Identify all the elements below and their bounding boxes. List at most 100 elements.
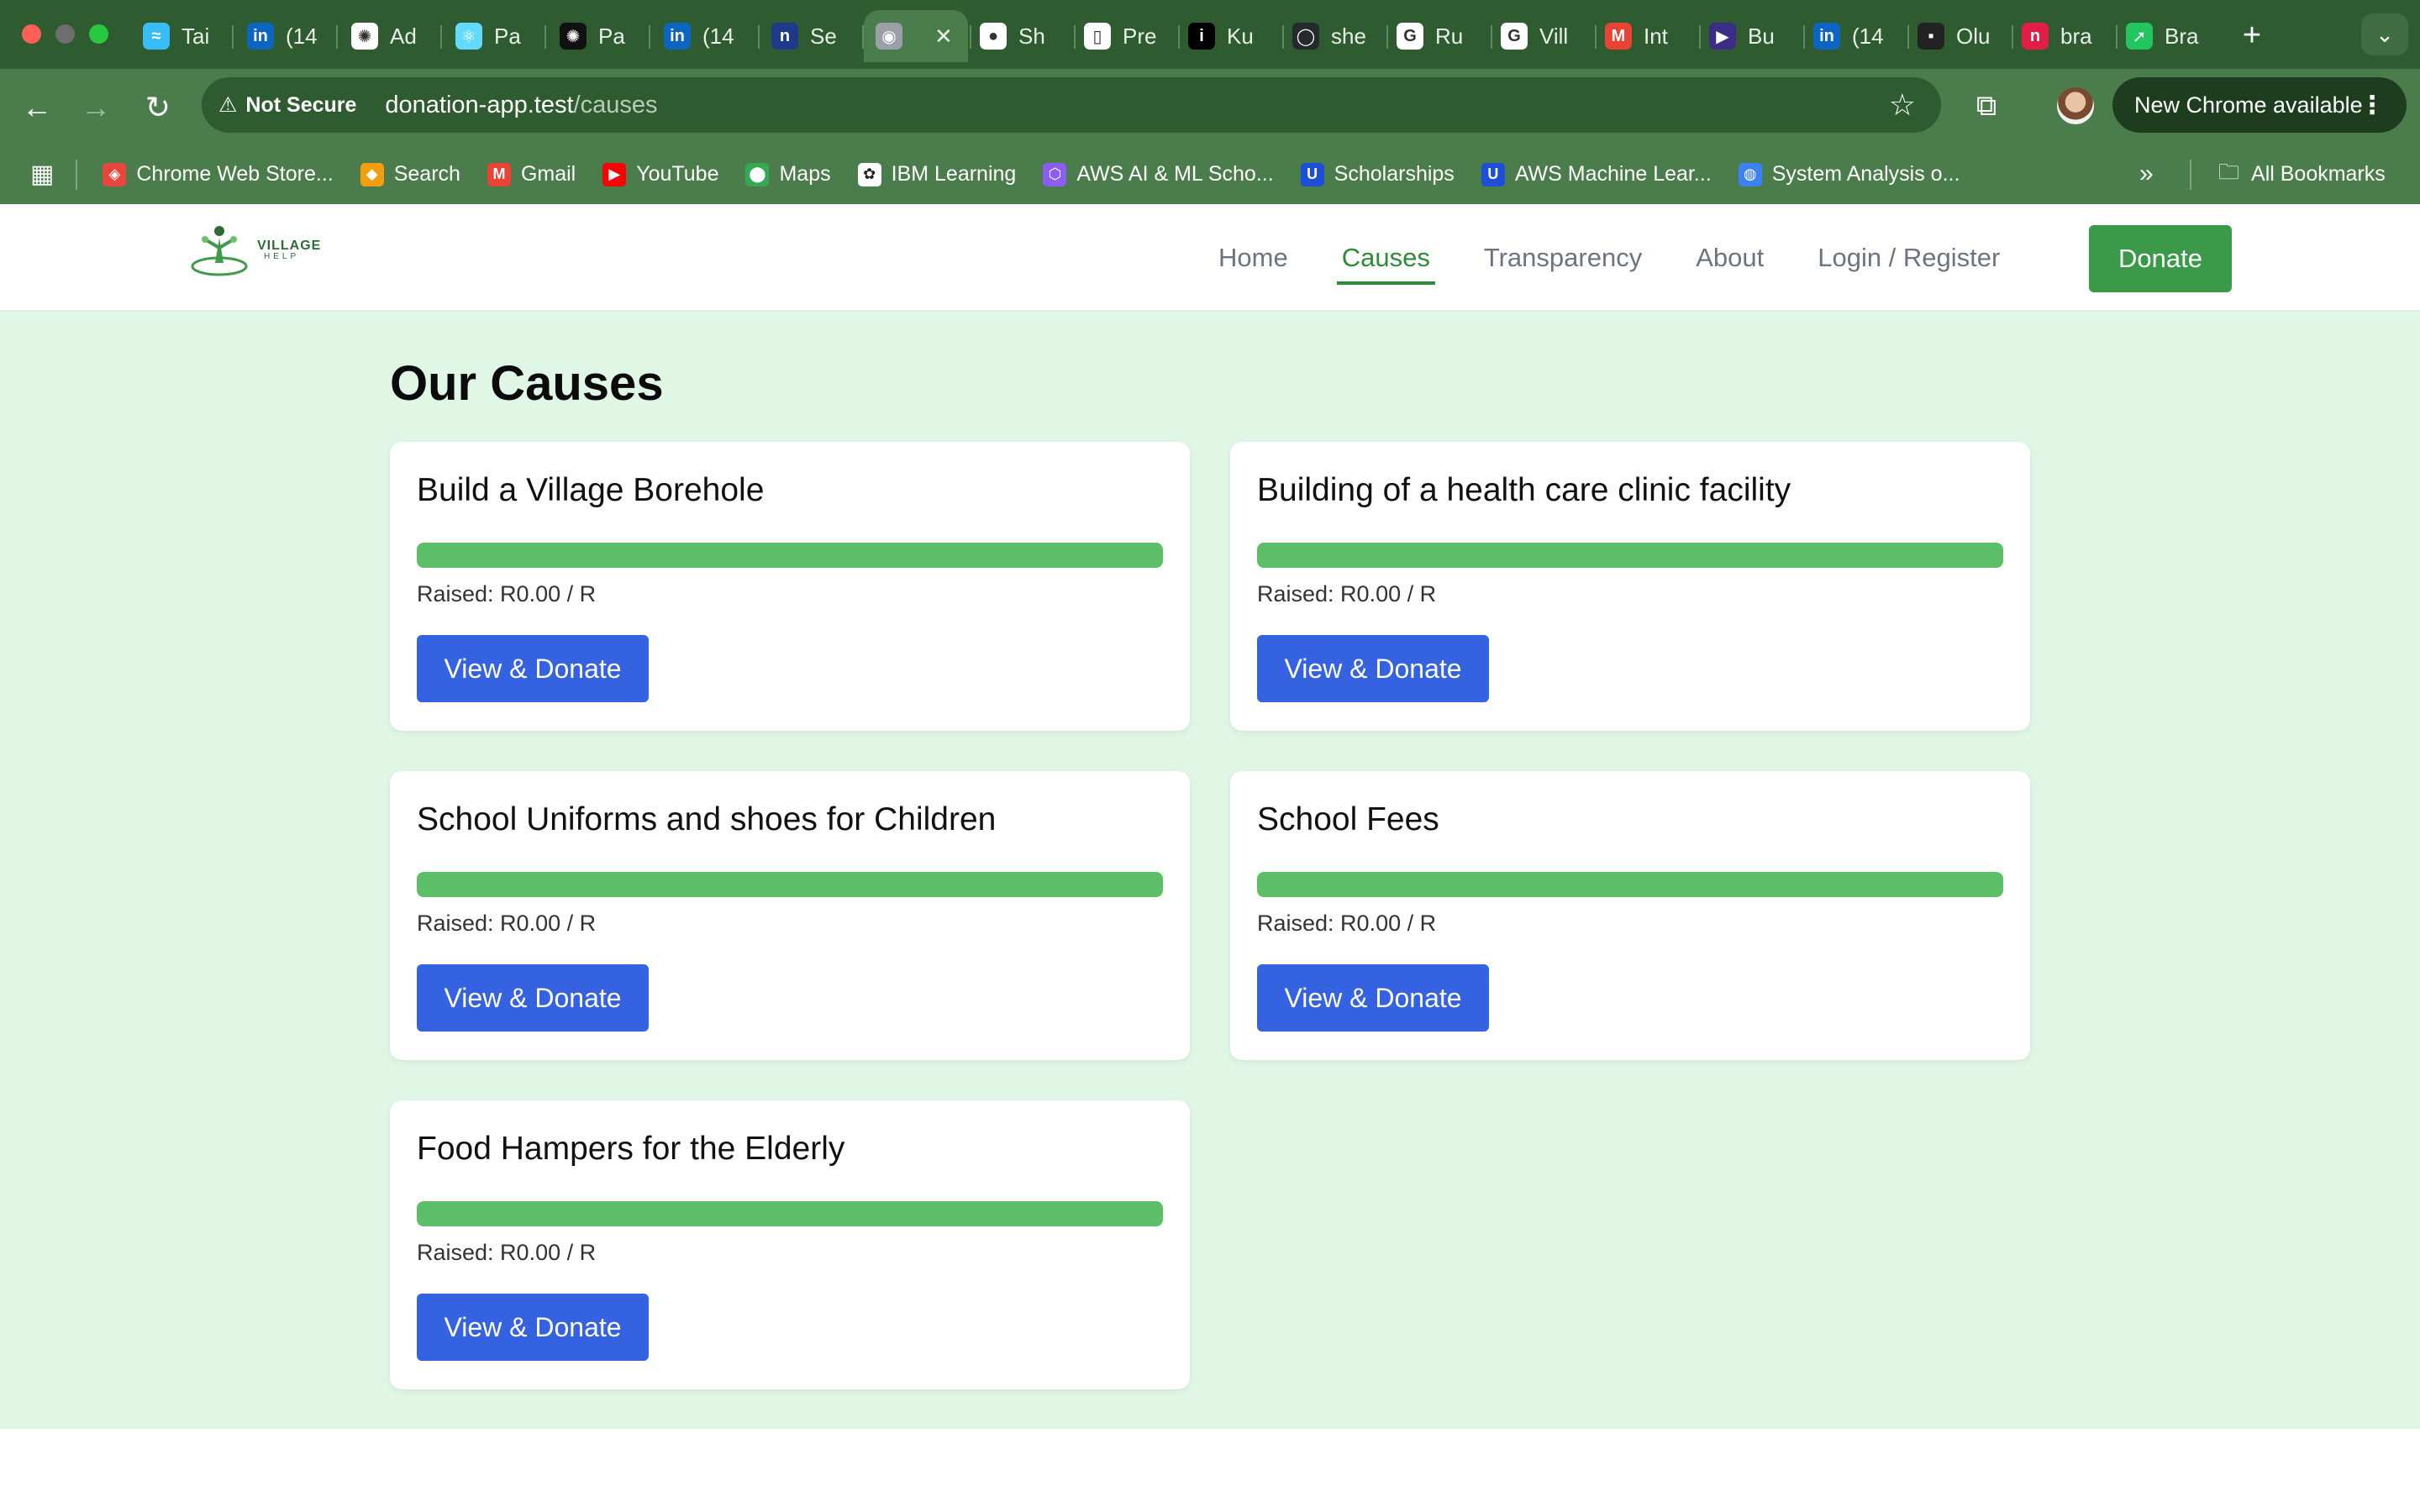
browser-tab[interactable]: i Ku bbox=[1176, 10, 1281, 62]
browser-tab[interactable]: ● Sh bbox=[968, 10, 1072, 62]
tab-separator bbox=[544, 25, 546, 49]
browser-tab[interactable]: ✺ Ad bbox=[339, 10, 439, 62]
apps-grid-icon[interactable]: ▦ bbox=[30, 160, 54, 189]
not-secure-chip[interactable]: ⚠ Not Secure bbox=[218, 92, 356, 118]
more-bookmarks-icon[interactable]: » bbox=[2139, 160, 2154, 188]
donate-button[interactable]: Donate bbox=[2089, 225, 2232, 292]
view-donate-button[interactable]: View & Donate bbox=[417, 635, 649, 702]
view-donate-button[interactable]: View & Donate bbox=[1257, 964, 1489, 1032]
cause-card: Food Hampers for the Elderly Raised: R0.0… bbox=[390, 1100, 1190, 1389]
bookmark-item[interactable]: ◆ Search bbox=[360, 162, 460, 186]
bookmark-item[interactable]: ⬤ Maps bbox=[745, 162, 831, 186]
view-donate-button[interactable]: View & Donate bbox=[417, 964, 649, 1032]
globe-icon: ◉ bbox=[876, 23, 902, 50]
nav-about[interactable]: About bbox=[1696, 236, 1764, 280]
linkedin-icon: in bbox=[247, 23, 274, 50]
nav-transparency[interactable]: Transparency bbox=[1484, 236, 1642, 280]
openai-icon: ✺ bbox=[351, 23, 378, 50]
browser-tab[interactable]: ▶ Bu bbox=[1697, 10, 1802, 62]
profile-avatar[interactable] bbox=[2057, 87, 2094, 124]
bookmark-item[interactable]: ▶ YouTube bbox=[602, 162, 718, 186]
browser-tab[interactable]: ⚛ Pa bbox=[444, 10, 543, 62]
browser-tab[interactable]: ▪ Olu bbox=[1906, 10, 2010, 62]
bookmark-item[interactable]: U Scholarships bbox=[1300, 162, 1455, 186]
browser-tab[interactable]: M Int bbox=[1593, 10, 1697, 62]
tab-title: she bbox=[1331, 23, 1366, 49]
cause-card: School Fees Raised: R0.00 / R View & Donat… bbox=[1230, 771, 2030, 1060]
cause-card: School Uniforms and shoes for Children Ra… bbox=[390, 771, 1190, 1060]
village-help-logo[interactable]: VILLAGE HELP bbox=[190, 223, 321, 278]
browser-tab[interactable]: ▯ Pre bbox=[1072, 10, 1176, 62]
bookmark-item[interactable]: ✿ IBM Learning bbox=[857, 162, 1017, 186]
tab-search-button[interactable]: ⌄ bbox=[2361, 13, 2408, 55]
browser-tab[interactable]: in (14 bbox=[1802, 10, 1906, 62]
village-help-logo-icon bbox=[191, 226, 248, 276]
browser-tab[interactable]: ≈ Tai bbox=[131, 10, 230, 62]
tab-title: (14 bbox=[702, 23, 734, 49]
all-bookmarks-button[interactable]: 🗀 All Bookmarks bbox=[2218, 144, 2386, 204]
nav-login-register[interactable]: Login / Register bbox=[1818, 236, 2000, 280]
reload-button[interactable]: ↻ bbox=[138, 87, 178, 128]
browser-tab[interactable]: in (14 bbox=[235, 10, 334, 62]
tab-title: Pa bbox=[598, 23, 625, 49]
close-window-button[interactable] bbox=[22, 24, 41, 44]
browser-tab[interactable]: ◉ ✕ bbox=[864, 10, 968, 62]
menu-dots-icon[interactable]: ⋮ bbox=[2360, 91, 2385, 120]
minimize-window-button[interactable] bbox=[55, 24, 75, 44]
forward-button[interactable]: → bbox=[76, 87, 116, 128]
google-icon: G bbox=[1397, 23, 1423, 50]
view-donate-button[interactable]: View & Donate bbox=[417, 1294, 649, 1361]
view-donate-button[interactable]: View & Donate bbox=[1257, 635, 1489, 702]
udacity-icon: U bbox=[1481, 162, 1505, 186]
browser-tab[interactable]: n Se bbox=[760, 10, 860, 62]
udacity-icon: U bbox=[1300, 162, 1324, 186]
bookmark-item[interactable]: ◈ Chrome Web Store... bbox=[103, 162, 334, 186]
bookmark-item[interactable]: ◍ System Analysis o... bbox=[1738, 162, 1960, 186]
browser-tab[interactable]: ➚ Bra bbox=[2114, 10, 2218, 62]
github-icon: ◯ bbox=[1292, 23, 1319, 50]
progress-fill bbox=[417, 872, 1163, 897]
back-button[interactable]: ← bbox=[17, 87, 57, 128]
raised-amount: Raised: R0.00 / R bbox=[417, 911, 597, 936]
browser-tab[interactable]: in (14 bbox=[652, 10, 756, 62]
url-text[interactable]: donation-app.test/causes bbox=[385, 92, 657, 119]
bookmark-star-icon[interactable]: ☆ bbox=[1889, 87, 1916, 123]
causes-page: Our Causes Build a Village Borehole Raise… bbox=[0, 312, 2420, 1429]
main-navigation: Home Causes Transparency About Login / Regis… bbox=[1218, 204, 2054, 312]
tab-title: Sh bbox=[1018, 23, 1045, 49]
nav-causes[interactable]: Causes bbox=[1336, 236, 1435, 285]
browser-tab[interactable]: n bra bbox=[2010, 10, 2114, 62]
tab-title: (14 bbox=[1852, 23, 1884, 49]
gmail-icon: M bbox=[1605, 23, 1632, 50]
extensions-puzzle-icon[interactable]: ⧉ bbox=[1966, 86, 2007, 126]
bookmark-item[interactable]: M Gmail bbox=[487, 162, 576, 186]
bookmark-item[interactable]: ⬡ AWS AI & ML Scho... bbox=[1043, 162, 1274, 186]
folder-icon: 🗀 bbox=[2218, 160, 2240, 184]
address-bar[interactable]: ⚠ Not Secure donation-app.test/causes ☆ bbox=[202, 77, 1941, 133]
maximize-window-button[interactable] bbox=[89, 24, 108, 44]
chrome-update-button[interactable]: New Chrome available ⋮ bbox=[2112, 77, 2407, 133]
bookmark-label: IBM Learning bbox=[891, 162, 1017, 186]
info-icon: i bbox=[1188, 23, 1215, 50]
browser-tab[interactable]: ✺ Pa bbox=[548, 10, 647, 62]
cause-title: Food Hampers for the Elderly bbox=[417, 1131, 845, 1167]
tab-title: Tai bbox=[182, 23, 210, 49]
search-engine-icon: ◆ bbox=[360, 162, 384, 186]
tab-title: bra bbox=[2060, 23, 2092, 49]
bookmark-item[interactable]: U AWS Machine Lear... bbox=[1481, 162, 1712, 186]
progress-bar bbox=[1257, 872, 2003, 897]
bookmark-label: Maps bbox=[779, 162, 831, 186]
browser-tab[interactable]: ◯ she bbox=[1281, 10, 1385, 62]
openai-icon: ✺ bbox=[560, 23, 587, 50]
warning-icon: ⚠ bbox=[218, 93, 238, 117]
linkedin-icon: in bbox=[1813, 23, 1840, 50]
nav-home[interactable]: Home bbox=[1218, 236, 1288, 280]
new-tab-button[interactable]: + bbox=[2232, 15, 2272, 55]
cause-card: Building of a health care clinic facilit… bbox=[1230, 442, 2030, 731]
page-title: Our Causes bbox=[390, 356, 664, 411]
browser-tab[interactable]: G Ru bbox=[1385, 10, 1489, 62]
app-icon: ▪ bbox=[1918, 23, 1944, 50]
close-tab-icon[interactable]: ✕ bbox=[934, 24, 953, 50]
browser-tab[interactable]: G Vill bbox=[1489, 10, 1593, 62]
ibm-icon: ✿ bbox=[857, 162, 881, 186]
